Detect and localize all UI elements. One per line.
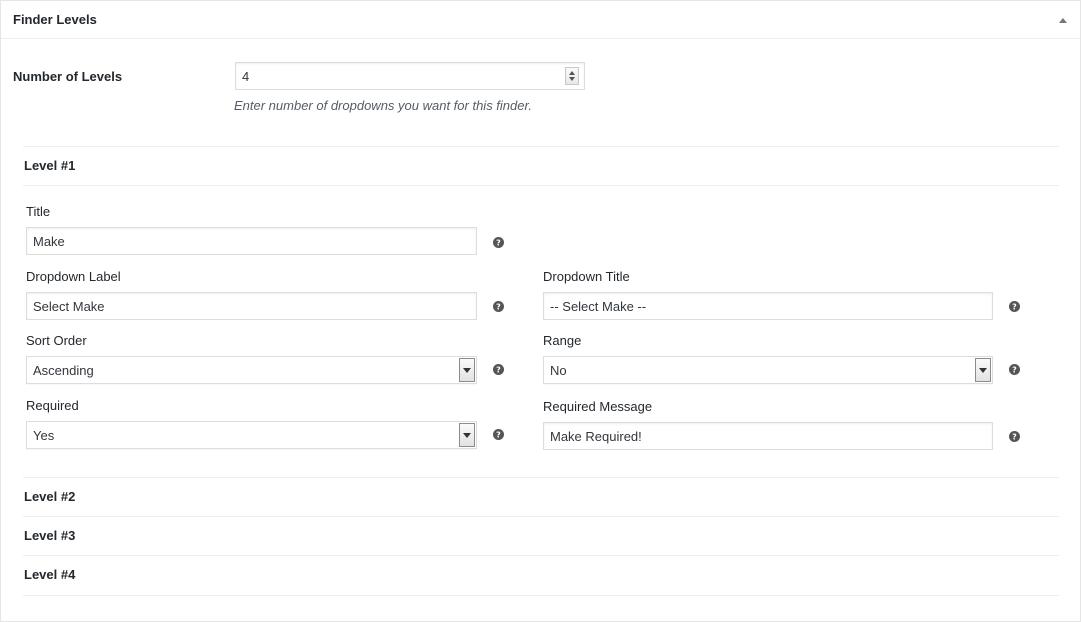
required-message-input[interactable] — [544, 423, 992, 449]
svg-text:?: ? — [496, 303, 501, 312]
level-4-header[interactable]: Level #4 — [23, 555, 1059, 595]
required-value: Yes — [33, 428, 55, 443]
required-label: Required — [26, 398, 79, 413]
svg-text:?: ? — [1012, 366, 1017, 375]
level-3-header[interactable]: Level #3 — [23, 516, 1059, 556]
required-message-label: Required Message — [543, 399, 653, 414]
help-question-icon[interactable]: ? — [493, 301, 504, 312]
title-input[interactable] — [27, 228, 476, 254]
required-select[interactable]: Yes — [26, 421, 477, 449]
number-of-levels-hint: Enter number of dropdowns you want for t… — [234, 98, 532, 113]
number-of-levels-input[interactable] — [235, 62, 585, 90]
dropdown-label-input[interactable] — [27, 293, 476, 319]
title-label: Title — [26, 204, 51, 219]
range-label: Range — [543, 333, 582, 348]
chevron-down-icon[interactable] — [459, 423, 475, 447]
dropdown-title-input[interactable] — [544, 293, 992, 319]
help-question-icon[interactable]: ? — [1009, 431, 1020, 442]
level-1-header[interactable]: Level #1 — [23, 146, 1059, 186]
help-question-icon[interactable]: ? — [1009, 364, 1020, 375]
chevron-down-icon[interactable] — [975, 358, 991, 382]
svg-text:?: ? — [1012, 303, 1017, 312]
help-question-icon[interactable]: ? — [493, 429, 504, 440]
level-3-label: Level #3 — [24, 528, 76, 543]
required-message-field[interactable] — [543, 422, 993, 450]
dropdown-label-field[interactable] — [26, 292, 477, 320]
help-question-icon[interactable]: ? — [493, 237, 504, 248]
spinner-arrows-icon[interactable] — [565, 67, 579, 85]
level-4-label: Level #4 — [24, 567, 76, 582]
range-value: No — [550, 363, 567, 378]
panel-title: Finder Levels — [13, 12, 97, 27]
sort-order-select[interactable]: Ascending — [26, 356, 477, 384]
level-1-label: Level #1 — [24, 158, 76, 173]
level-2-label: Level #2 — [24, 489, 76, 504]
help-question-icon[interactable]: ? — [1009, 301, 1020, 312]
number-of-levels-value[interactable] — [236, 63, 556, 89]
help-question-icon[interactable]: ? — [493, 364, 504, 375]
chevron-down-icon[interactable] — [459, 358, 475, 382]
svg-text:?: ? — [1012, 433, 1017, 442]
level-2-header[interactable]: Level #2 — [23, 477, 1059, 517]
triangle-up-icon[interactable] — [1056, 13, 1070, 27]
sort-order-value: Ascending — [33, 363, 94, 378]
panel-header[interactable]: Finder Levels — [1, 1, 1080, 39]
levels-bottom-divider — [23, 595, 1059, 596]
sort-order-label: Sort Order — [26, 333, 87, 348]
title-field[interactable] — [26, 227, 477, 255]
svg-text:?: ? — [496, 366, 501, 375]
dropdown-label-label: Dropdown Label — [26, 269, 121, 284]
svg-text:?: ? — [496, 239, 501, 248]
level-1-divider — [23, 185, 1059, 186]
svg-text:?: ? — [496, 431, 501, 440]
range-select[interactable]: No — [543, 356, 993, 384]
finder-levels-panel: Finder Levels Number of Levels Enter num… — [0, 0, 1081, 622]
number-of-levels-label: Number of Levels — [13, 69, 123, 84]
dropdown-title-field[interactable] — [543, 292, 993, 320]
dropdown-title-label: Dropdown Title — [543, 269, 630, 284]
